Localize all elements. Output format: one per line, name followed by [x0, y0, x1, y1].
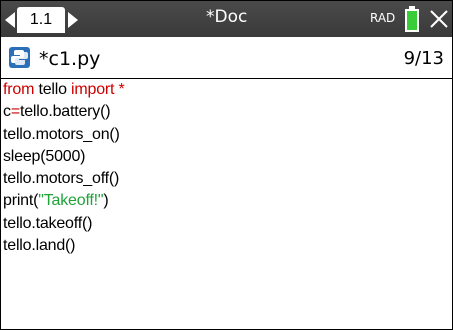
python-icon [9, 47, 30, 68]
keyword: from [3, 81, 35, 98]
calculator-screen: 1.1 *Doc RAD *c1.py 9/13 from tello impo… [0, 0, 453, 330]
page-tab[interactable]: 1.1 [17, 7, 65, 33]
code-line[interactable]: tello.motors_on() [1, 124, 452, 146]
keyword: import [71, 81, 115, 98]
code-line[interactable]: print("Takeoff!") [1, 190, 452, 212]
code-text: tello.battery() [19, 103, 111, 121]
code-line[interactable]: tello.motors_off() [1, 168, 452, 190]
operator: * [114, 81, 125, 98]
code-line[interactable]: sleep(5000) [1, 146, 452, 168]
battery-icon [405, 6, 419, 32]
title-bar: 1.1 *Doc RAD [1, 1, 452, 37]
angle-mode-indicator: RAD [370, 11, 396, 25]
code-line[interactable]: tello.takeoff() [1, 213, 452, 235]
code-line[interactable]: tello.land() [1, 235, 452, 257]
next-page-arrow-icon[interactable] [68, 12, 78, 28]
operator: = [10, 103, 20, 121]
code-text: c [3, 103, 11, 121]
code-editor[interactable]: from tello import * c=tello.battery() te… [1, 79, 452, 329]
file-name: *c1.py [39, 48, 101, 70]
code-text: tello [34, 81, 72, 98]
code-text: ) [103, 192, 109, 210]
file-header: *c1.py 9/13 [1, 37, 452, 79]
code-line[interactable]: c=tello.battery() [1, 101, 452, 123]
close-icon[interactable] [427, 7, 451, 31]
document-title: *Doc [206, 7, 248, 27]
string-literal: "Takeoff!" [38, 192, 104, 210]
code-line[interactable]: from tello import * [1, 79, 452, 101]
prev-page-arrow-icon[interactable] [5, 12, 15, 28]
line-position: 9/13 [403, 48, 444, 69]
code-text: print( [3, 192, 39, 210]
